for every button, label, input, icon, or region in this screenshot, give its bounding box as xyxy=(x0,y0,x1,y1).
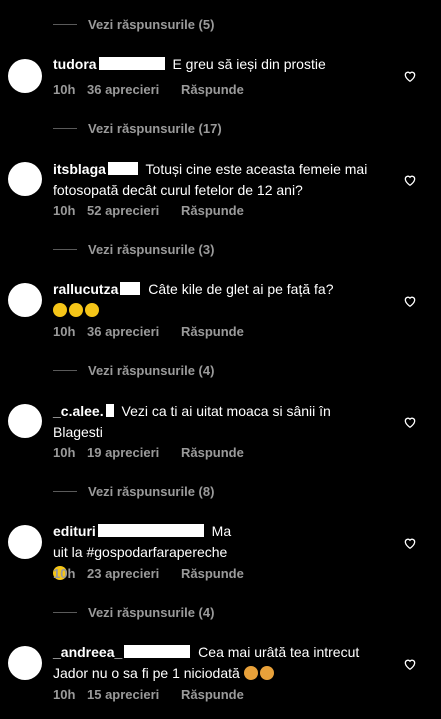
reply-button[interactable]: Răspunde xyxy=(181,445,244,460)
likes-count[interactable]: 36 aprecieri xyxy=(87,82,181,97)
reply-button[interactable]: Răspunde xyxy=(181,566,244,581)
username[interactable]: tudora xyxy=(53,56,97,72)
view-replies-label: Vezi răspunsurile (4) xyxy=(88,604,215,620)
timestamp: 10h xyxy=(53,324,76,339)
timestamp: 10h xyxy=(53,687,76,702)
redacted-block xyxy=(98,57,165,70)
comment-body: itsblaga Totuși cine este aceasta femeie… xyxy=(53,159,375,201)
view-replies-button[interactable]: Vezi răspunsurile (4) xyxy=(53,602,214,622)
facepalm-icon xyxy=(259,666,274,680)
likes-count[interactable]: 36 aprecieri xyxy=(87,324,181,339)
redacted-block xyxy=(105,404,114,417)
comment-body: rallucutza Câte kile de glet ai pe față … xyxy=(53,279,375,321)
username[interactable]: edituri xyxy=(53,523,96,539)
comment-meta: 10h 23 aprecieri Răspunde xyxy=(53,566,244,581)
likes-count[interactable]: 23 aprecieri xyxy=(87,566,181,581)
heart-outline-icon[interactable] xyxy=(403,415,417,429)
avatar[interactable] xyxy=(8,404,42,438)
reply-button[interactable]: Răspunde xyxy=(181,324,244,339)
heart-outline-icon[interactable] xyxy=(403,536,417,550)
view-replies-button[interactable]: Vezi răspunsurile (8) xyxy=(53,481,214,501)
heart-outline-icon[interactable] xyxy=(403,69,417,83)
avatar[interactable] xyxy=(8,162,42,196)
likes-count[interactable]: 15 aprecieri xyxy=(87,687,181,702)
avatar[interactable] xyxy=(8,646,42,680)
comment-body: tudora E greu să ieși din prostie xyxy=(53,54,375,75)
divider xyxy=(53,127,77,129)
comment-text: E greu să ieși din prostie xyxy=(172,56,326,72)
username[interactable]: itsblaga xyxy=(53,161,106,177)
heart-outline-icon[interactable] xyxy=(403,294,417,308)
likes-count[interactable]: 19 aprecieri xyxy=(87,445,181,460)
view-replies-label: Vezi răspunsurile (3) xyxy=(88,241,215,257)
redacted-block xyxy=(97,524,204,537)
heart-outline-icon[interactable] xyxy=(403,657,417,671)
divider xyxy=(53,490,77,492)
laughing-tears-icon xyxy=(53,303,67,317)
timestamp: 10h xyxy=(53,203,76,218)
facepalm-icon xyxy=(243,666,258,680)
comment-meta: 10h 36 aprecieri Răspunde xyxy=(53,324,244,339)
divider xyxy=(53,248,77,250)
divider xyxy=(53,369,77,371)
comment-meta: 10h 36 aprecieri Răspunde xyxy=(53,82,244,97)
comment-body: _andreea_ Cea mai urâtă tea intrecut Jad… xyxy=(53,642,375,684)
divider xyxy=(53,611,77,613)
laughing-tears-icon xyxy=(85,303,99,317)
avatar[interactable] xyxy=(8,59,42,93)
redacted-block xyxy=(124,645,191,658)
username[interactable]: rallucutza xyxy=(53,281,118,297)
comment-body: _c.alee. Vezi ca ti ai uitat moaca si sâ… xyxy=(53,401,375,443)
view-replies-label: Vezi răspunsurile (17) xyxy=(88,120,222,136)
timestamp: 10h xyxy=(53,82,76,97)
view-replies-label: Vezi răspunsurile (5) xyxy=(88,16,215,32)
avatar[interactable] xyxy=(8,283,42,317)
comment-meta: 10h 52 aprecieri Răspunde xyxy=(53,203,244,218)
timestamp: 10h xyxy=(53,566,76,581)
view-replies-button[interactable]: Vezi răspunsurile (17) xyxy=(53,118,222,138)
view-replies-button[interactable]: Vezi răspunsurile (5) xyxy=(53,14,214,34)
comment-meta: 10h 19 aprecieri Răspunde xyxy=(53,445,244,460)
redacted-block xyxy=(120,282,141,295)
comment-text: Câte kile de glet ai pe față fa? xyxy=(148,281,334,297)
avatar[interactable] xyxy=(8,525,42,559)
comment-meta: 10h 15 aprecieri Răspunde xyxy=(53,687,244,702)
laughing-tears-icon xyxy=(69,303,83,317)
view-replies-label: Vezi răspunsurile (4) xyxy=(88,362,215,378)
view-replies-button[interactable]: Vezi răspunsurile (4) xyxy=(53,360,214,380)
username[interactable]: _andreea_ xyxy=(53,644,122,660)
reply-button[interactable]: Răspunde xyxy=(181,203,244,218)
timestamp: 10h xyxy=(53,445,76,460)
view-replies-label: Vezi răspunsurile (8) xyxy=(88,483,215,499)
likes-count[interactable]: 52 aprecieri xyxy=(87,203,181,218)
redacted-block xyxy=(107,162,138,175)
username[interactable]: _c.alee. xyxy=(53,403,104,419)
view-replies-button[interactable]: Vezi răspunsurile (3) xyxy=(53,239,214,259)
reply-button[interactable]: Răspunde xyxy=(181,687,244,702)
reply-button[interactable]: Răspunde xyxy=(181,82,244,97)
heart-outline-icon[interactable] xyxy=(403,173,417,187)
divider xyxy=(53,23,77,25)
